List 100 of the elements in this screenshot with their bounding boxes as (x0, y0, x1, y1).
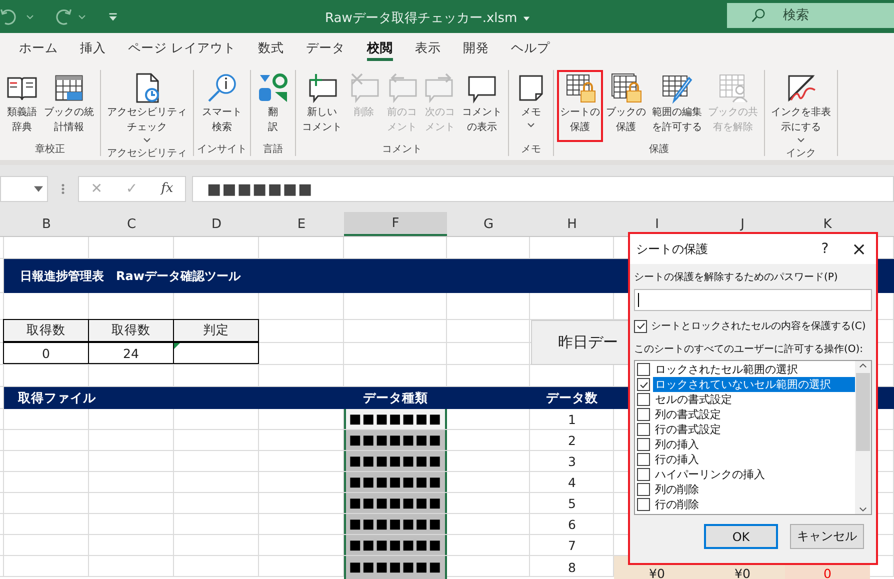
list-item[interactable]: ロックされていないセル範囲の選択 (653, 377, 855, 392)
ribbon-button[interactable]: 範囲の編集 を許可する (649, 70, 705, 142)
checkbox[interactable] (637, 468, 650, 481)
ribbon-tab[interactable]: 校閲 (356, 33, 404, 63)
table-person-icon (717, 72, 749, 104)
ribbon-button[interactable]: インクを非表 示にする (768, 70, 834, 146)
close-button[interactable]: × (842, 238, 876, 260)
table-cell: ■■■■■■■ (344, 472, 447, 492)
comment-forward-icon (424, 72, 456, 104)
table-cell: ■■■■■■■ (344, 451, 447, 471)
table-cell: 24 (88, 342, 174, 364)
column-header[interactable]: I (614, 212, 700, 236)
caret-icon (78, 12, 86, 20)
formula-field[interactable]: ■■■■■■■ (192, 176, 894, 202)
checkbox[interactable] (637, 483, 650, 496)
list-item[interactable]: 行の削除 (653, 497, 855, 512)
ribbon-tab[interactable]: ヘルプ (500, 33, 561, 63)
scrollbar[interactable] (855, 361, 871, 514)
group-label: アクセシビリティ (107, 147, 187, 160)
password-field[interactable] (634, 289, 872, 311)
table-cell-text: 4 (567, 474, 577, 492)
ribbon-tab[interactable]: 表示 (404, 33, 452, 63)
ribbon-tab[interactable]: 開発 (452, 33, 500, 63)
column-header[interactable]: D (174, 212, 259, 236)
group-label: 保護 (649, 142, 669, 156)
list-item[interactable]: セルの書式設定 (653, 392, 855, 407)
caret-icon (26, 12, 34, 20)
group-label: インサイト (197, 143, 247, 156)
sheet-lock-icon (564, 72, 596, 104)
column-header[interactable]: G (447, 212, 530, 236)
column-header[interactable]: K (785, 212, 870, 236)
caret-icon (523, 14, 530, 22)
column-header[interactable]: C (89, 212, 174, 236)
column-header[interactable]: J (700, 212, 785, 236)
checkbox[interactable] (637, 438, 650, 451)
ribbon-tab[interactable]: 挿入 (69, 33, 117, 63)
checkbox[interactable] (637, 363, 650, 376)
table-cell-text: 6 (567, 516, 577, 534)
ribbon-button[interactable]: 新しい コメント (299, 70, 345, 142)
table-header: 取得数 (88, 319, 174, 342)
list-item[interactable]: 行の書式設定 (653, 422, 855, 437)
ribbon-tab[interactable]: 数式 (246, 33, 295, 63)
list-item[interactable]: 列の書式設定 (653, 407, 855, 422)
check-icon (638, 380, 648, 390)
column-header[interactable]: B (4, 212, 89, 236)
ribbon-button[interactable]: アクセシビリティ チェック (104, 70, 190, 146)
checkbox[interactable] (637, 498, 650, 511)
list-item[interactable]: ロックされたセル範囲の選択 (653, 362, 855, 377)
check-icon (636, 321, 646, 331)
list-item[interactable]: 列の削除 (653, 482, 855, 497)
help-button[interactable]: ? (808, 240, 842, 258)
window-title: Rawデータ取得チェッカー.xlsm (325, 10, 518, 27)
column-header[interactable]: H (530, 212, 614, 236)
group-label: メモ (521, 143, 541, 156)
table-cell: ■■■■■■■ (344, 556, 447, 579)
table-cell-text: 8 (567, 559, 577, 577)
ribbon-button[interactable]: スマート 検索 (199, 70, 245, 142)
list-item[interactable]: 行の挿入 (653, 452, 855, 467)
dialog-button[interactable]: キャンセル (790, 524, 864, 549)
ribbon-tab[interactable]: データ (294, 33, 356, 63)
table-cell: ■■■■■■■ (344, 493, 447, 513)
column-header[interactable]: E (259, 212, 344, 236)
ribbon-button[interactable]: シートの 保護 (557, 70, 603, 142)
column-title: データ種類 (362, 388, 429, 406)
checkbox[interactable] (637, 423, 650, 436)
ribbon-button[interactable]: ブックの 保護 (603, 70, 649, 142)
ribbon-button[interactable]: 翻 訳 (254, 70, 292, 142)
ribbon-button[interactable]: ブックの統 計情報 (41, 70, 97, 142)
table-cell: ■■■■■■■ (344, 535, 447, 555)
search-info-icon (206, 72, 238, 104)
ribbon-tab[interactable]: ページ レイアウト (117, 33, 247, 63)
search-icon (751, 8, 766, 23)
group-label: 章校正 (35, 142, 65, 156)
dialog-button[interactable]: OK (704, 524, 778, 549)
ribbon-button[interactable]: メモ (512, 70, 550, 142)
dropdown-icon (34, 186, 43, 192)
column-title: 取得ファイル (17, 388, 97, 406)
checkbox[interactable] (637, 408, 650, 421)
checkbox[interactable] (637, 453, 650, 466)
column-header[interactable]: F (344, 212, 447, 236)
workbook-lock-icon (610, 72, 642, 104)
insert-function-button[interactable]: fx (161, 181, 174, 196)
table-cell: ■■■■■■■ (344, 514, 447, 534)
error-indicator-icon (174, 343, 180, 349)
customize-icon (108, 12, 118, 22)
ribbon-button[interactable]: 類義語 辞典 (3, 70, 41, 142)
table-cell: 0 (3, 342, 89, 364)
checkbox[interactable] (637, 393, 650, 406)
checkbox[interactable] (634, 320, 647, 332)
table-cell-text: 7 (567, 536, 577, 554)
checkbox[interactable] (637, 378, 650, 391)
group-label: コメント (382, 143, 422, 156)
ribbon-button[interactable]: コメント の表示 (459, 70, 505, 142)
table-header: 判定 (173, 319, 259, 342)
list-item[interactable]: ハイパーリンクの挿入 (653, 467, 855, 482)
table-header: 取得数 (3, 319, 89, 342)
list-item[interactable]: 列の挿入 (653, 437, 855, 452)
search-field[interactable]: 検索 (727, 3, 894, 28)
ribbon-tab[interactable]: ホーム (8, 33, 69, 63)
table-cell-text: 5 (567, 494, 577, 512)
